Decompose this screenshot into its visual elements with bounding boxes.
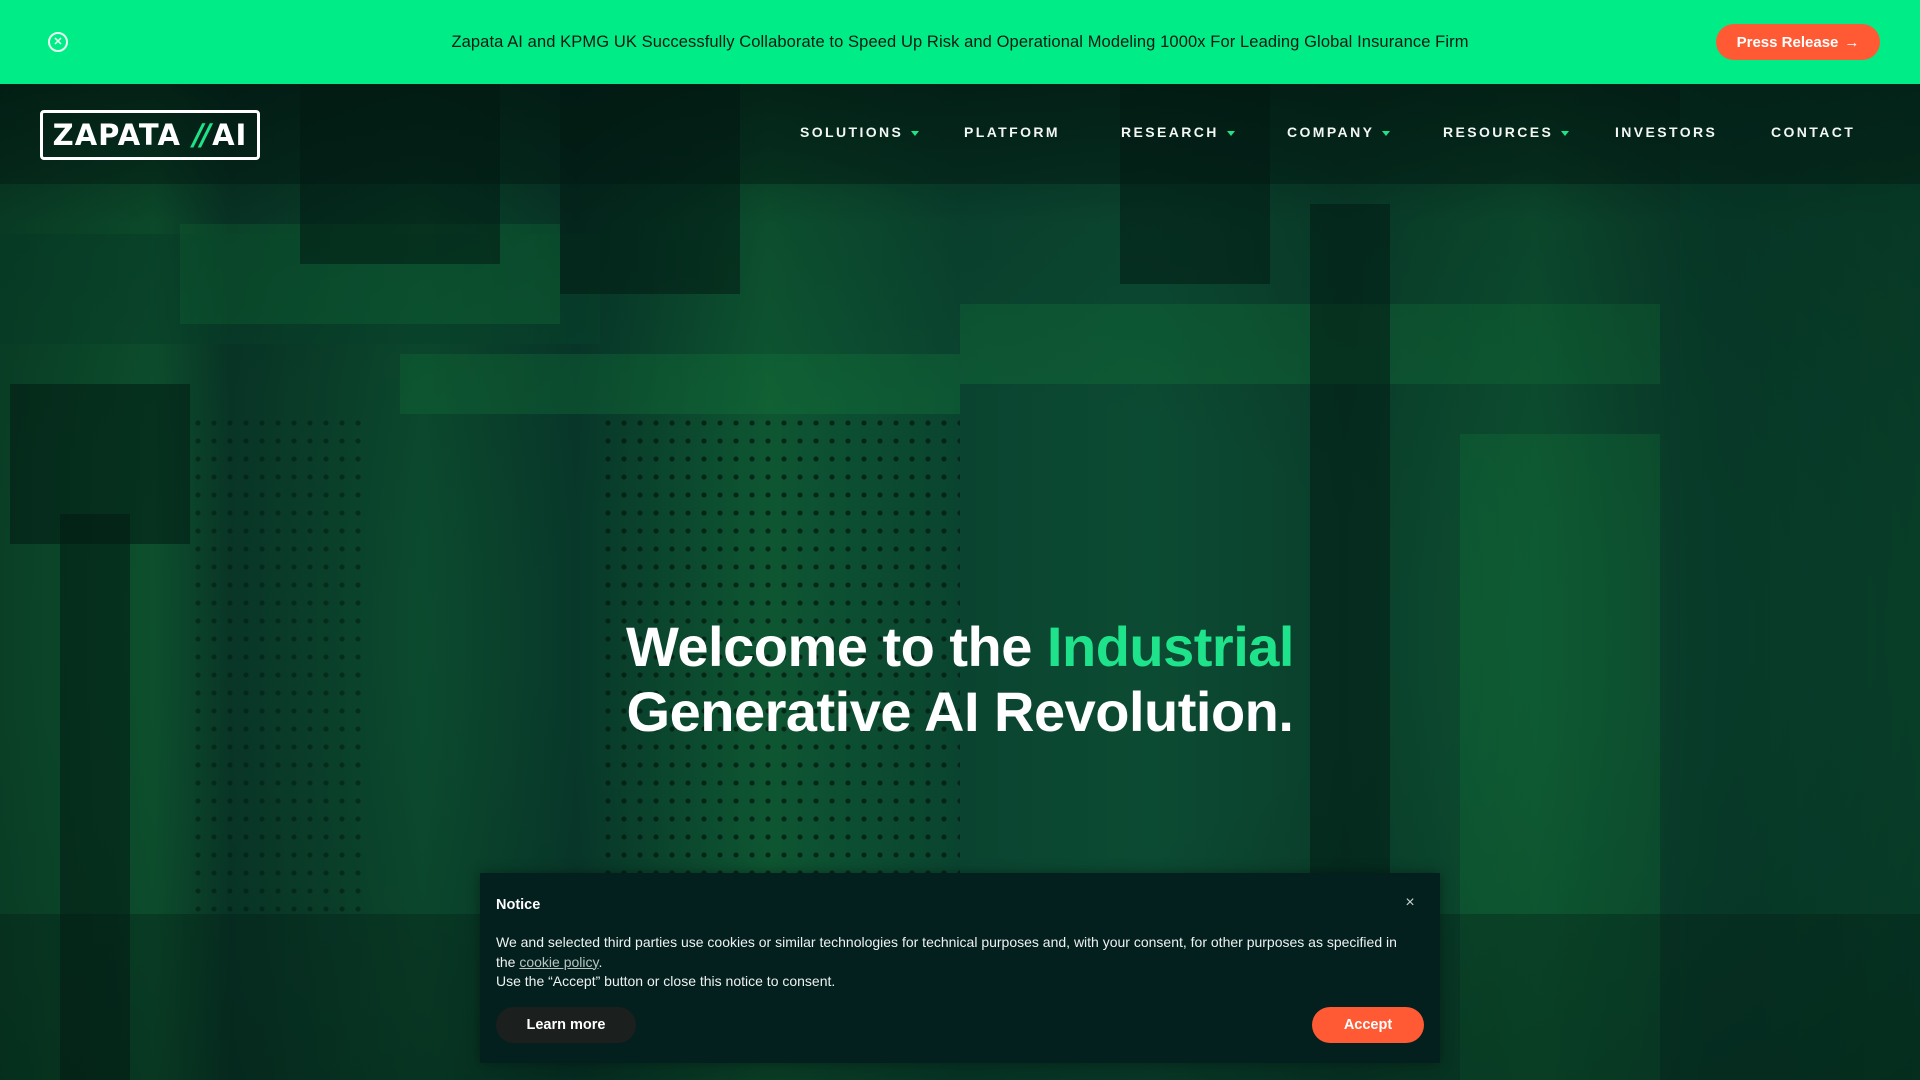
press-release-button[interactable]: Press Release →	[1716, 24, 1880, 60]
caret-down-icon	[1561, 130, 1570, 136]
banner-text: Zapata AI and KPMG UK Successfully Colla…	[451, 32, 1469, 51]
cookie-text-line2: Use the “Accept” button or close this no…	[496, 973, 836, 989]
headline-accent: Industrial	[1046, 615, 1295, 678]
nav-item-resources[interactable]: RESOURCES	[1443, 124, 1570, 140]
caret-down-icon	[1382, 130, 1391, 136]
nav-label: SOLUTIONS	[800, 124, 904, 140]
cookie-notice-text: We and selected third parties use cookie…	[496, 933, 1406, 992]
learn-more-button[interactable]: Learn more	[496, 1007, 636, 1043]
nav-label: PLATFORM	[964, 124, 1060, 140]
cookie-text-before-link: We and selected third parties use cookie…	[496, 934, 1397, 970]
nav-label: RESEARCH	[1121, 124, 1219, 140]
announcement-banner: ✕ Zapata AI and KPMG UK Successfully Col…	[0, 0, 1920, 84]
circle-x-icon: ✕	[53, 35, 63, 48]
banner-close-button[interactable]: ✕	[48, 32, 68, 52]
nav-item-contact[interactable]: CONTACT	[1771, 124, 1855, 140]
cookie-notice: Notice × We and selected third parties u…	[480, 873, 1440, 1063]
nav-label: COMPANY	[1287, 124, 1375, 140]
headline-part1: Welcome to the	[626, 615, 1047, 678]
cookie-text-after-link: .	[598, 953, 603, 970]
nav-item-solutions[interactable]: SOLUTIONS	[800, 124, 920, 140]
cookie-policy-link[interactable]: cookie policy	[519, 954, 598, 970]
press-release-label: Press Release	[1736, 33, 1839, 51]
cookie-notice-title: Notice	[496, 897, 541, 913]
main-nav: ZAPATA // AI SOLUTIONS PLATFORM RESEARCH…	[0, 84, 1920, 184]
nav-label: RESOURCES	[1443, 124, 1554, 140]
nav-item-investors[interactable]: INVESTORS	[1615, 124, 1717, 140]
close-icon: ×	[1405, 894, 1415, 911]
hero-headline: Welcome to the Industrial Generative AI …	[0, 614, 1920, 744]
nav-item-research[interactable]: RESEARCH	[1121, 124, 1235, 140]
caret-down-icon	[911, 130, 920, 136]
nav-label: INVESTORS	[1615, 124, 1718, 140]
arrow-right-icon: →	[1844, 33, 1860, 51]
headline-line2: Generative AI Revolution.	[626, 680, 1294, 743]
cookie-close-button[interactable]: ×	[1400, 893, 1420, 913]
caret-down-icon	[1226, 130, 1235, 136]
nav-label: CONTACT	[1771, 124, 1856, 140]
accept-button[interactable]: Accept	[1312, 1007, 1424, 1043]
nav-item-platform[interactable]: PLATFORM	[964, 124, 1060, 140]
nav-item-company[interactable]: COMPANY	[1287, 124, 1391, 140]
